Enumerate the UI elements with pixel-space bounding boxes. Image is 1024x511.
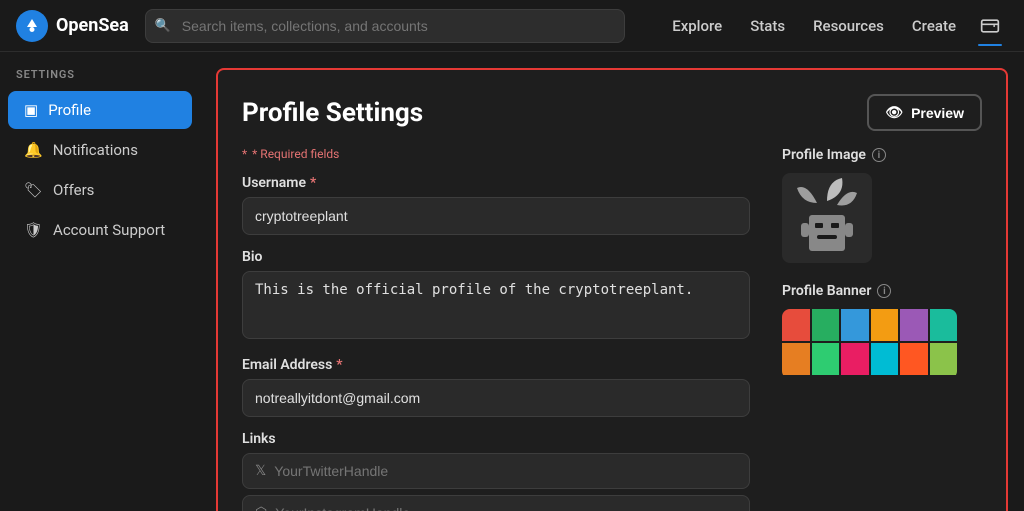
sidebar-item-profile-label: Profile — [48, 101, 91, 119]
instagram-icon: ⬡ — [255, 505, 267, 511]
instagram-input-row: ⬡ — [242, 495, 750, 511]
username-field-group: Username * — [242, 175, 750, 235]
username-label: Username * — [242, 175, 750, 191]
nav-resources[interactable]: Resources — [801, 11, 896, 41]
sidebar-item-notifications[interactable]: 🔔 Notifications — [8, 131, 192, 169]
settings-header: Profile Settings 👁 Preview — [242, 94, 982, 131]
offers-icon: 🏷 — [24, 181, 43, 199]
twitter-input-row: 𝕏 — [242, 453, 750, 489]
banner-cell — [812, 309, 840, 341]
twitter-icon: 𝕏 — [255, 463, 266, 479]
sidebar-item-notifications-label: Notifications — [53, 141, 138, 159]
banner-cell — [782, 343, 810, 375]
logo[interactable]: OpenSea — [16, 10, 129, 42]
settings-left: * * Required fields Username * Bio — [242, 147, 750, 511]
banner-cell — [841, 309, 869, 341]
banner-cell — [871, 343, 899, 375]
username-required: * — [310, 175, 316, 191]
links-label: Links — [242, 431, 750, 447]
nav-stats[interactable]: Stats — [738, 11, 797, 41]
settings-body: * * Required fields Username * Bio — [242, 147, 982, 511]
sidebar-section-label: Settings — [0, 68, 200, 89]
sidebar-item-offers[interactable]: 🏷 Offers — [8, 171, 192, 209]
banner-cell — [900, 343, 928, 375]
profile-image-area[interactable] — [782, 173, 872, 263]
logo-text: OpenSea — [56, 15, 129, 36]
bio-field-group: Bio — [242, 249, 750, 343]
sidebar-item-account-support[interactable]: 🛡 Account Support — [8, 211, 192, 249]
profile-banner-label: Profile Banner i — [782, 283, 982, 299]
main-content: Profile Settings 👁 Preview * * Required … — [200, 52, 1024, 511]
instagram-input[interactable] — [275, 505, 737, 511]
notification-icon: 🔔 — [24, 141, 43, 159]
links-field-group: Links 𝕏 ⬡ ⊞ — [242, 431, 750, 511]
bio-input[interactable] — [242, 271, 750, 339]
main-nav: Explore Stats Resources Create — [660, 8, 1008, 44]
required-star: * — [242, 147, 247, 161]
banner-cell — [812, 343, 840, 375]
email-required: * — [336, 357, 342, 373]
profile-banner-area[interactable] — [782, 309, 957, 379]
nav-explore[interactable]: Explore — [660, 11, 734, 41]
search-bar: 🔍 — [145, 9, 625, 43]
email-label: Email Address * — [242, 357, 750, 373]
profile-settings-box: Profile Settings 👁 Preview * * Required … — [216, 68, 1008, 511]
logo-icon — [16, 10, 48, 42]
twitter-input[interactable] — [274, 463, 737, 479]
sidebar-item-offers-label: Offers — [53, 181, 94, 199]
banner-cell — [841, 343, 869, 375]
email-input[interactable] — [242, 379, 750, 417]
profile-icon: ▣ — [24, 101, 38, 119]
preview-label: Preview — [911, 105, 964, 121]
banner-cell — [871, 309, 899, 341]
email-field-group: Email Address * — [242, 357, 750, 417]
banner-cell — [782, 309, 810, 341]
sidebar-item-account-support-label: Account Support — [53, 221, 165, 239]
username-input[interactable] — [242, 197, 750, 235]
eye-icon: 👁 — [885, 104, 903, 121]
profile-banner-info-icon[interactable]: i — [877, 284, 891, 298]
sidebar-item-profile[interactable]: ▣ Profile — [8, 91, 192, 129]
settings-right: Profile Image i — [782, 147, 982, 511]
search-icon: 🔍 — [155, 18, 171, 33]
banner-cell — [930, 343, 958, 375]
search-input[interactable] — [145, 9, 625, 43]
preview-button[interactable]: 👁 Preview — [867, 94, 982, 131]
nav-create[interactable]: Create — [900, 11, 968, 41]
banner-cell — [900, 309, 928, 341]
wallet-icon[interactable] — [972, 8, 1008, 44]
sidebar: Settings ▣ Profile 🔔 Notifications 🏷 Off… — [0, 52, 200, 511]
page-title: Profile Settings — [242, 98, 423, 128]
profile-image-info-icon[interactable]: i — [872, 148, 886, 162]
account-support-icon: 🛡 — [24, 221, 43, 239]
banner-cell — [930, 309, 958, 341]
profile-image-label: Profile Image i — [782, 147, 982, 163]
required-note: * * Required fields — [242, 147, 750, 161]
bio-label: Bio — [242, 249, 750, 265]
